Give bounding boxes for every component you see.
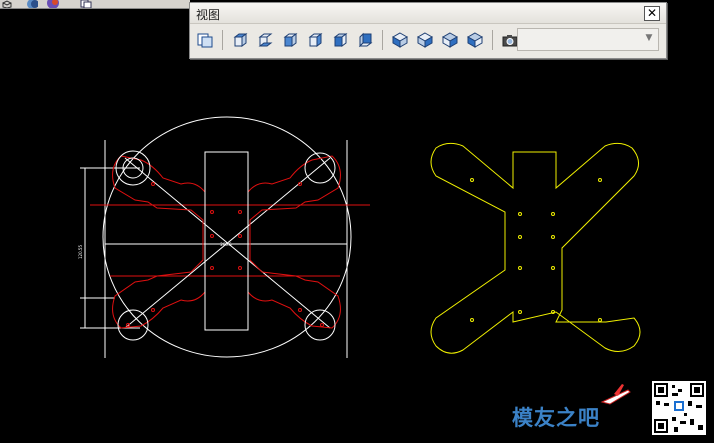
back-view-icon <box>358 32 373 48</box>
copy-icon[interactable] <box>80 0 92 8</box>
panel-titlebar[interactable]: 视图 ✕ <box>190 3 666 24</box>
named-views-button[interactable] <box>194 29 216 51</box>
named-views-icon <box>197 33 213 48</box>
sw-iso-view-icon <box>392 32 408 48</box>
right-frame-drawing <box>430 142 641 354</box>
panel-title: 视图 <box>196 8 221 22</box>
top-view-icon <box>233 33 248 47</box>
left-frame-drawing: 265.5 120.55 <box>78 116 370 358</box>
ne-iso-view-button[interactable] <box>439 29 461 51</box>
bottom-view-icon <box>258 33 273 47</box>
dimension-label-vertical: 120.55 <box>78 245 83 259</box>
center-plate <box>204 151 249 331</box>
chevron-down-icon[interactable]: ▼ <box>642 31 656 46</box>
front-view-icon <box>333 33 348 47</box>
nw-iso-view-icon <box>467 32 483 48</box>
mounting-holes-yellow <box>470 178 602 322</box>
view-tools-row <box>194 28 556 52</box>
toolbar-separator <box>222 30 223 50</box>
left-view-button[interactable] <box>279 29 301 51</box>
right-view-button[interactable] <box>304 29 326 51</box>
render-sphere-icon[interactable] <box>46 0 60 8</box>
left-view-icon <box>283 33 298 47</box>
top-view-button[interactable] <box>229 29 251 51</box>
sw-iso-view-button[interactable] <box>389 29 411 51</box>
se-iso-view-icon <box>417 32 433 48</box>
right-view-icon <box>308 33 323 47</box>
view-cube-icon[interactable] <box>2 0 12 8</box>
qr-code-icon <box>654 383 704 433</box>
menu-toolbar-strip <box>0 0 190 9</box>
ne-iso-view-icon <box>442 32 458 48</box>
view-toolbar-panel: 视图 ✕ ▼ <box>189 2 667 59</box>
toolbar-separator <box>492 30 493 50</box>
dimension-label-horizontal: 265.5 <box>220 242 232 247</box>
back-view-button[interactable] <box>354 29 376 51</box>
se-iso-view-button[interactable] <box>414 29 436 51</box>
watermark-text: 模友之吧 <box>512 406 600 430</box>
frame-outline-yellow <box>430 142 641 354</box>
globe-icon[interactable] <box>26 0 38 8</box>
mounting-holes <box>126 182 324 327</box>
view-select-combo[interactable]: ▼ <box>517 28 659 51</box>
camera-icon <box>502 35 518 47</box>
front-view-button[interactable] <box>329 29 351 51</box>
watermark-logo: 模友之吧 <box>510 384 631 438</box>
qr-code <box>652 381 706 435</box>
toolbar-separator <box>382 30 383 50</box>
bottom-view-button[interactable] <box>254 29 276 51</box>
close-button[interactable]: ✕ <box>644 6 660 21</box>
nw-iso-view-button[interactable] <box>464 29 486 51</box>
airplane-icon <box>600 384 631 405</box>
